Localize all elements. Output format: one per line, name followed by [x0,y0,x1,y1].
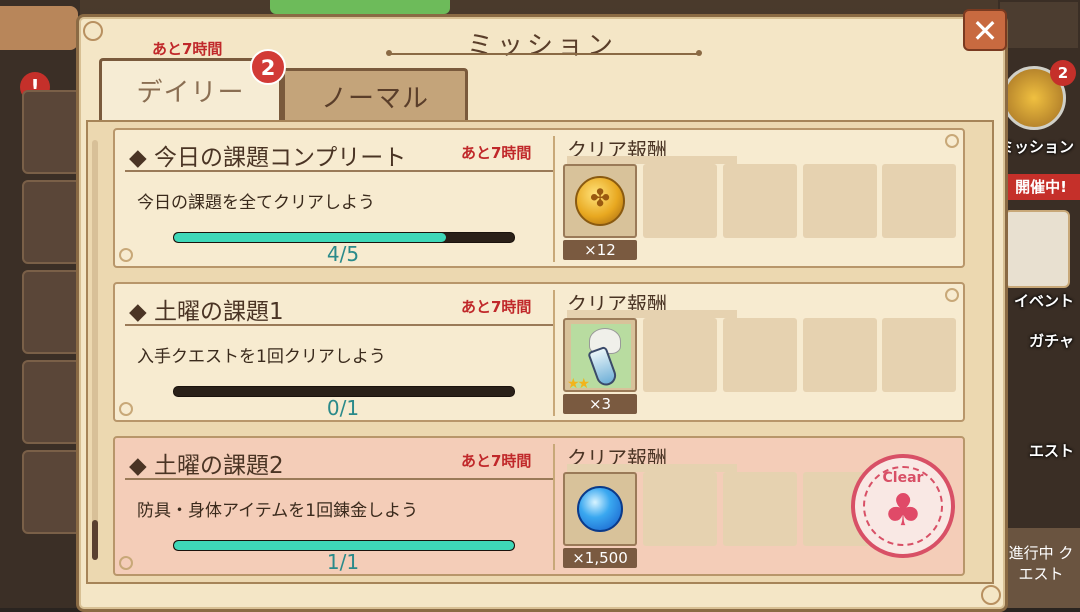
event-icon[interactable] [1004,210,1070,288]
progress-text: 0/1 [326,396,360,420]
progress-text: 1/1 [326,550,360,574]
right-sidebar: 2 ミッション 開催中! イベント ガチャ エスト 進行中 クエスト [998,0,1080,608]
progress-fill [174,233,446,242]
reward-item[interactable] [563,472,637,546]
rarity-stars-icon: ★★ [567,376,590,392]
reward-slot-empty [643,164,717,238]
mission-card[interactable]: ◆ 土曜の課題2 あと7時間 防具・身体アイテムを1回錬金しよう 1/1 クリア… [113,436,965,576]
reward-slot-empty [882,318,956,392]
reward-item[interactable]: ★★ [563,318,637,392]
mission-description: 今日の課題を全てクリアしよう [137,193,375,213]
reward-slot-empty [643,318,717,392]
mission-underline [125,170,555,172]
mission-badge: 2 [1050,60,1076,86]
mission-timer: あと7時間 [461,144,532,162]
blue-orb-icon [577,486,623,532]
corner-ornament [119,556,133,570]
corner-ornament [119,248,133,262]
reward-underline [567,464,737,472]
tab-normal[interactable]: ノーマル [282,68,468,124]
reward-quantity: ×1,500 [563,548,637,568]
party-slot[interactable] [22,90,82,174]
mission-description: 入手クエストを1回クリアしよう [137,347,386,367]
stamp-text: Clear [882,470,924,486]
reward-slot-empty [723,472,797,546]
mission-underline [125,324,555,326]
party-slot[interactable] [22,180,82,264]
progress-fill [174,541,514,550]
event-banner: 開催中! [1002,174,1080,200]
scrollbar-thumb[interactable] [92,520,98,560]
party-slot[interactable] [22,270,82,354]
mission-timer: あと7時間 [461,298,532,316]
event-label: イベント [1013,292,1074,310]
reward-slot-empty [803,318,877,392]
mission-card[interactable]: ◆ 土曜の課題1 あと7時間 入手クエストを1回クリアしよう 0/1 クリア報酬… [113,282,965,422]
party-slot[interactable] [22,360,82,444]
reward-slot-empty [723,318,797,392]
card-divider [553,136,555,262]
left-sidebar: ! [0,0,82,608]
party-slot[interactable] [22,450,82,534]
mission-card[interactable]: ◆ 今日の課題コンプリート あと7時間 今日の課題を全てクリアしよう 4/5 ク… [113,128,965,268]
mission-description: 防具・身体アイテムを1回錬金しよう [137,501,419,521]
card-divider [553,290,555,416]
corner-ornament [119,402,133,416]
mission-name: ◆ 今日の課題コンプリート [129,145,407,171]
clear-stamp: Clear ♣ [851,454,955,558]
back-button[interactable] [0,6,78,50]
card-divider [553,444,555,570]
clover-coin-icon [575,176,625,226]
reward-slot-empty [882,164,956,238]
corner-ornament [981,585,1001,605]
reward-slot-empty [803,164,877,238]
mission-label: ミッション [998,138,1074,156]
tab-timer: あと7時間 [152,40,223,58]
close-button[interactable]: ✕ [963,9,1007,51]
reward-slot-empty [723,164,797,238]
mission-name: ◆ 土曜の課題2 [129,453,284,479]
title-divider [386,50,702,56]
mission-underline [125,478,555,480]
corner-ornament [945,288,959,302]
top-gauge [270,0,450,14]
quest-label: エスト [1028,442,1074,460]
ongoing-quest-button[interactable]: 進行中 クエスト [1002,528,1080,608]
reward-quantity: ×3 [563,394,637,414]
mission-timer: あと7時間 [461,452,532,470]
corner-ornament [945,134,959,148]
reward-slot-empty [643,472,717,546]
reward-item[interactable] [563,164,637,238]
progress-text: 4/5 [326,242,360,266]
mission-name: ◆ 土曜の課題1 [129,299,284,325]
clover-icon: ♣ [883,485,923,536]
reward-underline [567,156,737,164]
menu-grid-button[interactable] [1000,2,1078,48]
gacha-label: ガチャ [1029,332,1074,350]
tab-badge: 2 [250,49,286,85]
reward-quantity: ×12 [563,240,637,260]
scrollbar-track[interactable] [92,140,98,560]
reward-underline [567,310,737,318]
